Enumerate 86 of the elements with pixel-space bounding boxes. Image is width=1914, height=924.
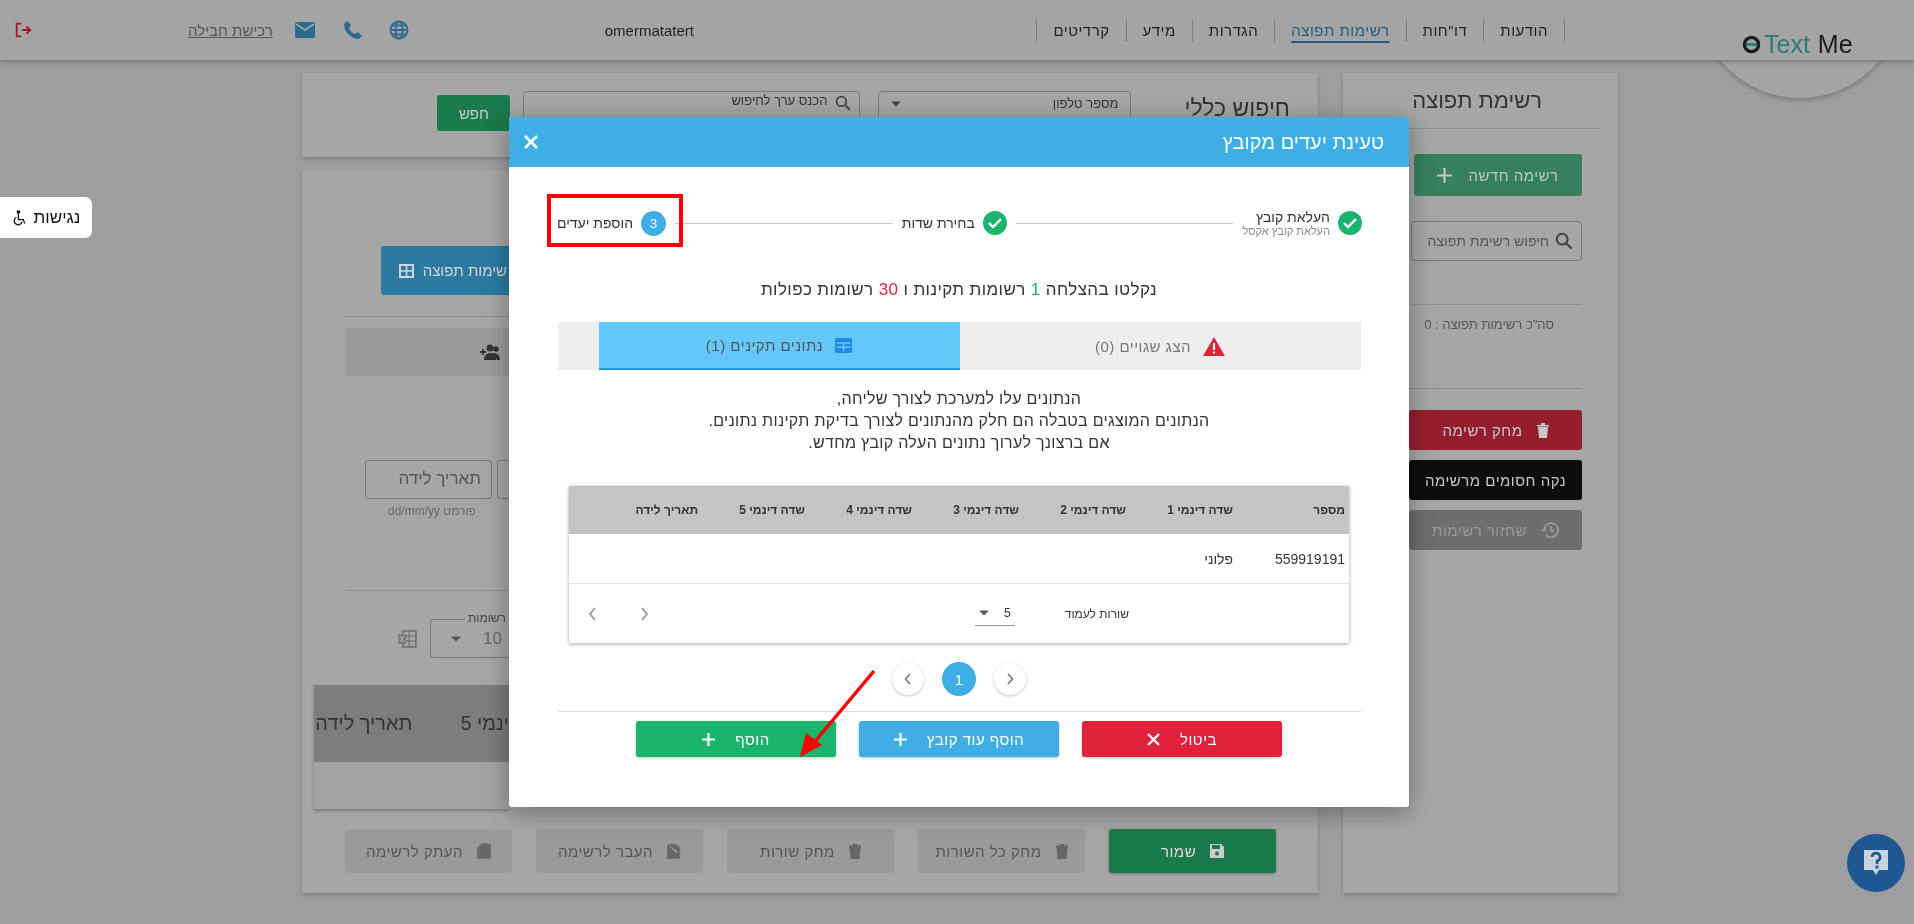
chevron-right-icon (1006, 673, 1014, 685)
tab[interactable]: נתונים תקינים (1) (598, 322, 960, 370)
next-page-button[interactable] (994, 663, 1026, 695)
nav-tab[interactable]: מידע (1126, 18, 1193, 42)
logo-text: Me (1817, 30, 1853, 59)
column-header: שדה דינמי 2 (1059, 503, 1126, 517)
column-header: תאריך לידה (315, 712, 413, 735)
caret-icon (978, 610, 989, 616)
dialog-title: טעינת יעדים מקובץ (1222, 130, 1384, 154)
chevron-left-icon (904, 673, 912, 685)
column-header: שדה דינמי 4 (845, 503, 912, 517)
globe-icon[interactable] (388, 20, 409, 40)
previous-page-button[interactable] (892, 663, 924, 695)
search-icon (835, 95, 852, 111)
clipboard-icon (477, 843, 492, 859)
step-sublabel: העלאת קובץ אקסל (1242, 225, 1330, 237)
info-text: הנתונים עלו למערכת לצורך שליחה, (836, 389, 1082, 409)
sidebar-button[interactable]: נקה חסומים מרשימה (1409, 460, 1582, 500)
trash-icon (848, 843, 861, 859)
column-header: מספר (1312, 503, 1345, 517)
caret-icon (451, 635, 461, 642)
step-label: העלאת קובץ (1254, 209, 1330, 225)
phone-icon[interactable] (342, 20, 363, 40)
save-icon (1210, 844, 1225, 858)
mail-icon[interactable] (294, 22, 315, 38)
rows-per-page-label: שורות לעמוד (1064, 606, 1129, 621)
new-list-button[interactable]: רשימה חדשה (1414, 154, 1582, 196)
exit-icon[interactable] (14, 20, 32, 40)
column-header: שדה דינמי 3 (952, 503, 1019, 517)
format-hint: פורמט dd/mm/yy (388, 504, 476, 518)
nav-tab[interactable]: קרדיטים (1037, 18, 1127, 42)
close-icon (1147, 732, 1160, 746)
previous-page-icon[interactable] (640, 607, 649, 621)
plus-icon (1437, 167, 1453, 183)
tab[interactable]: הצג שגויים (0) (959, 322, 1361, 370)
step-label: בחירת שדות (901, 215, 975, 231)
rows-per-page-select[interactable]: 5 (974, 601, 1015, 626)
search-field[interactable]: חיפוש רשימת תפוצה (1411, 221, 1582, 261)
username: omermatatert (604, 21, 694, 39)
info-text: אם ברצונך לערוך נתונים העלה קובץ מחדש. (808, 433, 1110, 453)
search-button[interactable]: חפש (437, 95, 511, 131)
sidebar-title: רשימת תפוצה (1412, 88, 1542, 114)
action-button[interactable]: שמור (1109, 829, 1276, 873)
column-header: שדה דינמי 5 (738, 503, 805, 517)
trash-icon (1536, 422, 1549, 438)
grid-icon (398, 263, 414, 278)
accessibility-button[interactable]: נגישות (0, 197, 92, 238)
dialog-button[interactable]: ביטול (1082, 721, 1282, 757)
table-cell-text: פלוני (1203, 550, 1233, 567)
page-button[interactable]: 1 (942, 662, 976, 696)
total-count: סה"כ רשימות תפוצה : 0 (1424, 317, 1554, 332)
dialog-button[interactable]: הוסף עוד קובץ (859, 721, 1059, 757)
move-file-icon (667, 843, 682, 859)
wheelchair-icon (11, 209, 28, 226)
plus-icon (893, 732, 907, 746)
dialog-button[interactable]: הוסף (636, 721, 836, 757)
add-people-icon (479, 344, 501, 360)
close-icon[interactable] (524, 135, 538, 149)
help-button[interactable] (1847, 834, 1905, 892)
lists-button[interactable]: שימות תפוצה (381, 246, 509, 295)
step-label: הוספת יעדים (557, 215, 634, 231)
search-icon (1555, 232, 1573, 250)
nav-tab[interactable]: רשימות תפוצה (1275, 18, 1407, 42)
info-text: הנתונים המוצגים בטבלה הם חלק מהנתונים לצורך בדיקת תקינות נתונים. (708, 411, 1210, 431)
logo-icon (1742, 35, 1761, 54)
table-icon (835, 337, 853, 353)
nav-tab[interactable]: דו"חות (1406, 18, 1485, 42)
caret-icon (891, 101, 902, 107)
purchase-link[interactable]: רכישת חבילה (188, 21, 273, 39)
step-number: 3 (641, 210, 667, 236)
table-cell-text: 559919191 (1273, 550, 1345, 567)
plus-icon (702, 732, 716, 746)
next-page-icon[interactable] (588, 607, 597, 621)
spreadsheet-icon[interactable] (397, 629, 417, 648)
trash-icon (1055, 843, 1068, 859)
panel-title: חיפוש כללי (1184, 95, 1290, 122)
nav-tab[interactable]: הגדרות (1192, 18, 1276, 42)
column-header: תאריך לידה (634, 503, 698, 517)
column-header: שדה דינמי 1 (1166, 503, 1233, 517)
nav-tab[interactable]: הודעות (1484, 18, 1564, 42)
column-header: ינמי 5 (460, 712, 509, 735)
sidebar-button[interactable]: מחק רשימה (1409, 410, 1582, 450)
warning-icon (1203, 336, 1226, 356)
history-icon (1540, 522, 1559, 538)
birth-date-field[interactable]: תאריך לידה (365, 460, 492, 499)
logo-text: Text (1764, 30, 1810, 59)
